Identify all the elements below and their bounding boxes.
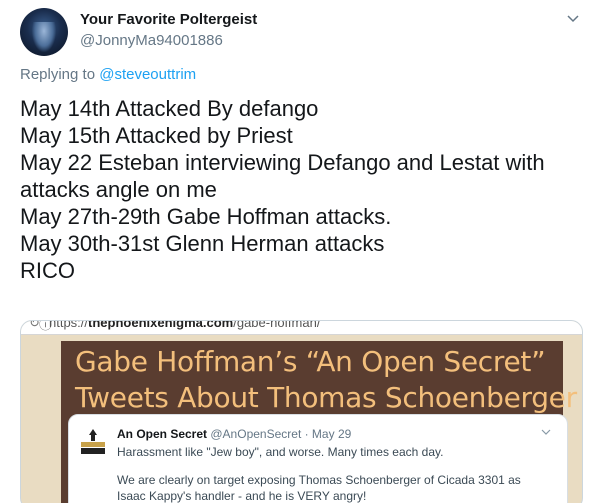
tweet-line: RICO [20,258,75,283]
embed-text-line: We are clearly on target exposing Thomas… [117,473,521,487]
embed-name: An Open Secret [117,427,208,441]
tweet-line: May 30th-31st Glenn Herman attacks [20,231,385,256]
replying-to-link[interactable]: @steveouttrim [99,66,196,83]
avatar[interactable] [20,8,68,56]
chevron-down-icon [541,429,551,435]
embed-text-line: Isaac Kappy's handler - and he is VERY a… [117,489,367,503]
embed-text-line: Harassment like "Jew boy", and worse. Ma… [117,445,444,459]
display-name[interactable]: Your Favorite Poltergeist [80,11,257,28]
url-prefix: https:// [49,321,89,330]
tweet-header: Your Favorite Poltergeist @JonnyMa940018… [20,8,580,56]
tweet-line: May 15th Attacked by Priest [20,123,293,148]
replying-to: Replying to @steveouttrim [20,66,196,83]
open-secret-logo [79,427,107,455]
slide-title-line1: Gabe Hoffman’s “An Open Secret” [75,345,546,378]
browser-url-bar: ↻ ⓘ https://thephoenixenigma.com/gabe-ho… [21,321,582,335]
user-handle[interactable]: @JonnyMa94001886 [80,32,223,49]
embedded-tweet: An Open Secret @AnOpenSecret · May 29 Ha… [68,414,568,503]
tweet-line: May 27th-29th Gabe Hoffman attacks. [20,204,392,229]
tweet-line: May 22 Esteban interviewing Defango and … [20,150,545,175]
embed-handle-date: @AnOpenSecret · May 29 [210,427,352,441]
slide-title-line2: Tweets About Thomas Schoenberger [75,381,577,414]
url-text: https://thephoenixenigma.com/gabe-hoffma… [49,321,320,330]
tweet-line: attacks angle on me [20,177,217,202]
tweet-line: May 14th Attacked By defango [20,96,319,121]
embed-author: An Open Secret @AnOpenSecret · May 29 [117,427,351,441]
url-domain: thephoenixenigma.com [88,321,234,330]
replying-prefix: Replying to [20,66,100,83]
url-path: /gabe-hoffman/ [233,321,321,330]
tweet-text: May 14th Attacked By defango May 15th At… [20,95,580,284]
chevron-down-icon[interactable] [566,12,580,26]
